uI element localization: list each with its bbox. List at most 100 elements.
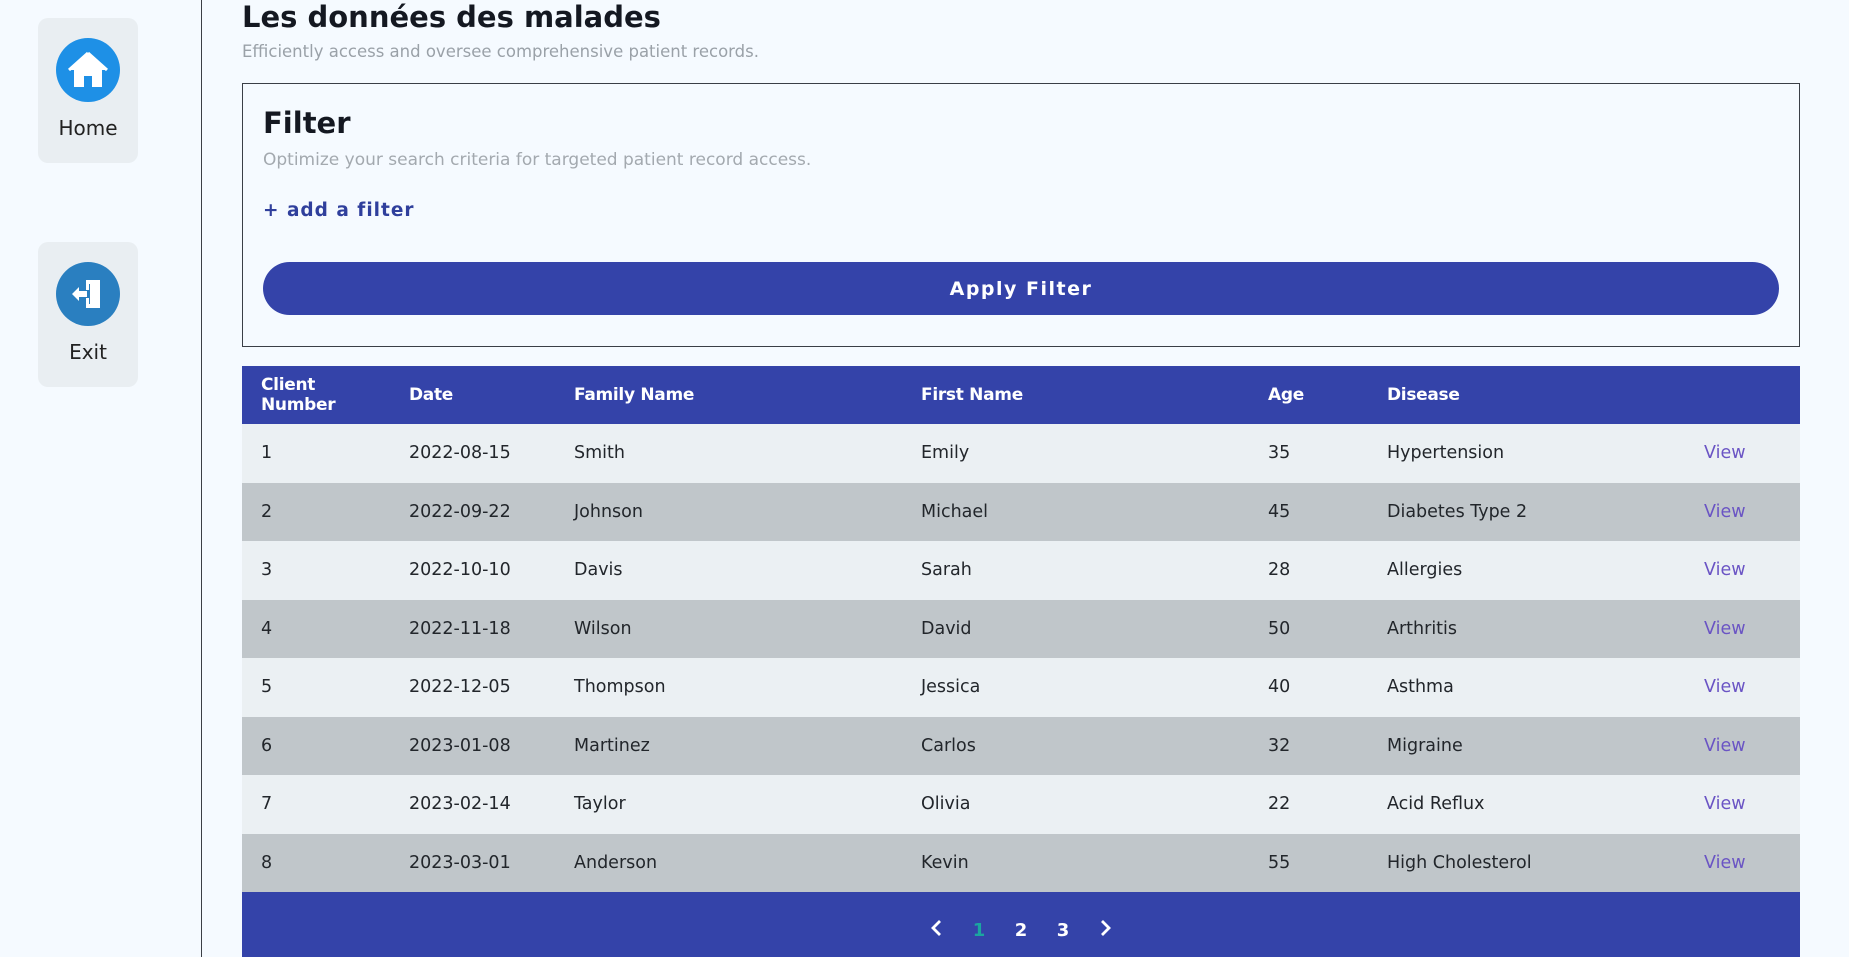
table-row: 5 2022-12-05 Thompson Jessica 40 Asthma View — [242, 658, 1800, 717]
cell-age: 28 — [1268, 560, 1291, 581]
cell-first: Carlos — [921, 735, 976, 756]
cell-age: 40 — [1268, 677, 1291, 698]
cell-action: View — [1685, 483, 1800, 542]
patients-table: Client Number Date Family Name First Nam… — [242, 366, 1800, 892]
cell-action: View — [1685, 658, 1800, 717]
column-header: Age — [1268, 385, 1304, 405]
apply-filter-button[interactable]: Apply Filter — [263, 262, 1779, 315]
table-header-row: Client Number Date Family Name First Nam… — [242, 366, 1800, 424]
cell-family: Thompson — [574, 677, 666, 698]
cell-action: View — [1685, 834, 1800, 893]
table-row: 8 2023-03-01 Anderson Kevin 55 High Cholester… — [242, 833, 1800, 893]
main-content: Les données des malades Efficiently acce… — [242, 0, 1800, 957]
view-link[interactable]: View — [1704, 502, 1746, 522]
cell-first: Sarah — [921, 560, 972, 581]
cell-date: 2023-02-14 — [409, 794, 511, 815]
sidebar-item-label: Home — [58, 116, 118, 140]
table-row: 7 2023-02-14 Taylor Olivia 22 Acid Reflux View — [242, 775, 1800, 834]
page-3[interactable]: 3 — [1042, 920, 1084, 941]
table-row: 4 2022-11-18 Wilson David 50 Arthritis View — [242, 599, 1800, 659]
filter-panel: Filter Optimize your search criteria for… — [242, 83, 1800, 347]
filter-title: Filter — [263, 106, 351, 140]
cell-first: Jessica — [921, 677, 981, 698]
patients-table-container: Client Number Date Family Name First Nam… — [242, 366, 1800, 957]
cell-age: 45 — [1268, 501, 1291, 522]
cell-age: 55 — [1268, 852, 1291, 873]
cell-disease: High Cholesterol — [1387, 852, 1532, 873]
column-header — [1685, 366, 1800, 424]
column-header: First Name — [921, 385, 1023, 405]
cell-age: 22 — [1268, 794, 1291, 815]
cell-num: 1 — [261, 443, 273, 464]
cell-first: Olivia — [921, 794, 971, 815]
cell-action: View — [1685, 424, 1800, 483]
cell-action: View — [1685, 775, 1800, 834]
cell-disease: Arthritis — [1387, 618, 1458, 639]
view-link[interactable]: View — [1704, 443, 1746, 463]
cell-family: Anderson — [574, 852, 658, 873]
sidebar: Home Exit — [0, 0, 202, 957]
view-link[interactable]: View — [1704, 736, 1746, 756]
sidebar-item-home[interactable]: Home — [38, 18, 138, 163]
cell-disease: Hypertension — [1387, 443, 1505, 464]
table-row: 6 2023-01-08 Martinez Carlos 32 Migraine View — [242, 716, 1800, 776]
cell-num: 3 — [261, 560, 273, 581]
sidebar-item-exit[interactable]: Exit — [38, 242, 138, 387]
cell-family: Martinez — [574, 735, 650, 756]
column-header: Client Number — [261, 375, 336, 415]
cell-family: Davis — [574, 560, 623, 581]
cell-family: Taylor — [574, 794, 626, 815]
column-header: Date — [409, 385, 454, 405]
cell-num: 7 — [261, 794, 273, 815]
filter-subtitle: Optimize your search criteria for target… — [263, 150, 812, 170]
add-filter-link[interactable]: + add a filter — [263, 200, 415, 221]
cell-date: 2022-11-18 — [409, 618, 511, 639]
table-row: 2 2022-09-22 Johnson Michael 45 Diabetes Type… — [242, 482, 1800, 542]
cell-action: View — [1685, 600, 1800, 659]
chevron-left-icon[interactable] — [914, 918, 958, 943]
page-subtitle: Efficiently access and oversee comprehen… — [242, 42, 759, 61]
column-header: Family Name — [574, 385, 695, 405]
cell-num: 6 — [261, 735, 273, 756]
cell-date: 2022-12-05 — [409, 677, 511, 698]
page-title: Les données des malades — [242, 0, 661, 34]
cell-action: View — [1685, 717, 1800, 776]
cell-age: 50 — [1268, 618, 1291, 639]
cell-num: 2 — [261, 501, 273, 522]
exit-icon — [56, 262, 120, 326]
view-link[interactable]: View — [1704, 560, 1746, 580]
cell-family: Wilson — [574, 618, 632, 639]
view-link[interactable]: View — [1704, 619, 1746, 639]
cell-num: 4 — [261, 618, 273, 639]
cell-first: Michael — [921, 501, 989, 522]
cell-disease: Acid Reflux — [1387, 794, 1485, 815]
cell-date: 2023-03-01 — [409, 852, 511, 873]
cell-date: 2022-09-22 — [409, 501, 511, 522]
page-1[interactable]: 1 — [958, 920, 1000, 941]
cell-disease: Asthma — [1387, 677, 1454, 698]
cell-date: 2023-01-08 — [409, 735, 511, 756]
view-link[interactable]: View — [1704, 853, 1746, 873]
chevron-right-icon[interactable] — [1084, 918, 1128, 943]
cell-first: Kevin — [921, 852, 969, 873]
cell-first: David — [921, 618, 972, 639]
cell-disease: Diabetes Type 2 — [1387, 501, 1528, 522]
view-link[interactable]: View — [1704, 794, 1746, 814]
cell-family: Smith — [574, 443, 625, 464]
table-row: 3 2022-10-10 Davis Sarah 28 Allergies View — [242, 541, 1800, 600]
cell-age: 35 — [1268, 443, 1291, 464]
column-header: Disease — [1387, 385, 1460, 405]
home-icon — [56, 38, 120, 102]
sidebar-item-label: Exit — [69, 340, 107, 364]
page-2[interactable]: 2 — [1000, 920, 1042, 941]
cell-num: 5 — [261, 677, 273, 698]
view-link[interactable]: View — [1704, 677, 1746, 697]
table-row: 1 2022-08-15 Smith Emily 35 Hypertension View — [242, 424, 1800, 483]
cell-age: 32 — [1268, 735, 1291, 756]
cell-family: Johnson — [574, 501, 643, 522]
cell-disease: Migraine — [1387, 735, 1463, 756]
cell-num: 8 — [261, 852, 273, 873]
cell-date: 2022-08-15 — [409, 443, 511, 464]
cell-action: View — [1685, 541, 1800, 600]
cell-date: 2022-10-10 — [409, 560, 511, 581]
